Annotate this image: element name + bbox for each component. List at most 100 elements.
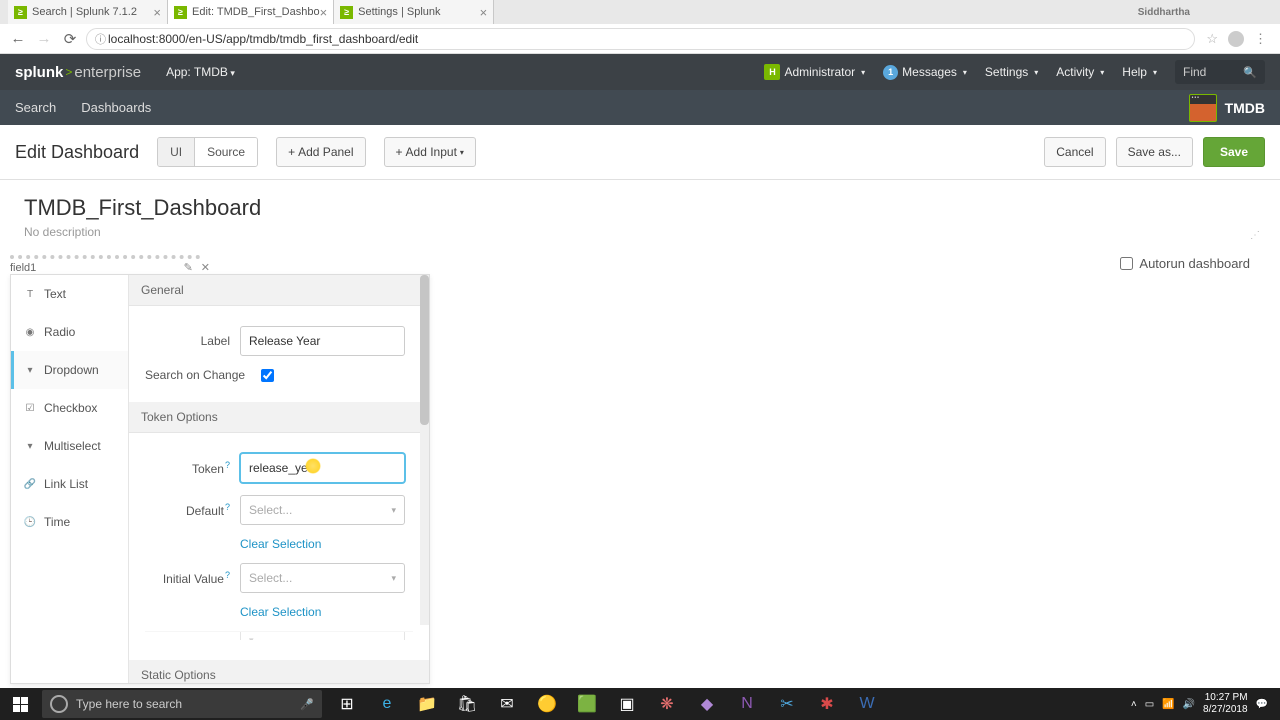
close-icon[interactable]: × <box>480 5 488 20</box>
snip-icon[interactable]: ✂ <box>768 688 806 720</box>
scrollbar-track[interactable] <box>420 275 429 625</box>
save-as-button[interactable]: Save as... <box>1116 137 1193 167</box>
onenote-icon[interactable]: N <box>728 688 766 720</box>
clear-selection-link[interactable]: Clear Selection <box>240 537 321 551</box>
close-icon[interactable]: × <box>153 5 161 20</box>
resize-handle-icon[interactable]: ⋰ <box>1250 230 1260 241</box>
app-icon[interactable]: ▣ <box>608 688 646 720</box>
clock[interactable]: 10:27 PM 8/27/2018 <box>1203 692 1248 716</box>
add-panel-button[interactable]: +Add Panel <box>276 137 365 167</box>
info-icon[interactable]: ⓘ <box>95 31 106 47</box>
app-selector[interactable]: App: TMDB <box>166 65 235 79</box>
search-on-change-checkbox[interactable] <box>261 369 274 382</box>
mail-icon[interactable]: ✉ <box>488 688 526 720</box>
initial-value-select[interactable]: Select... <box>240 563 405 593</box>
add-input-label: Add Input <box>406 145 457 159</box>
dashboard-title[interactable]: TMDB_First_Dashboard <box>24 195 1256 221</box>
settings-menu[interactable]: Settings <box>985 65 1038 79</box>
browser-tab[interactable]: Search | Splunk 7.1.2 × <box>8 0 168 24</box>
wifi-icon[interactable]: 📶 <box>1162 699 1174 710</box>
store-icon[interactable]: 🛍 <box>448 688 486 720</box>
type-label: Checkbox <box>44 401 97 415</box>
save-button[interactable]: Save <box>1203 137 1265 167</box>
notifications-icon[interactable]: 💬 <box>1256 699 1268 710</box>
source-mode-button[interactable]: Source <box>194 138 257 166</box>
type-label: Text <box>44 287 66 301</box>
chrome-icon[interactable]: 🟡 <box>528 688 566 720</box>
browser-tab-strip: Search | Splunk 7.1.2 × Edit: TMDB_First… <box>0 0 1280 24</box>
static-options-section-header[interactable]: Static Options <box>129 660 429 683</box>
excel-icon[interactable]: 🟩 <box>568 688 606 720</box>
clear-selection-link[interactable]: Clear Selection <box>240 605 321 619</box>
truncated-select[interactable] <box>240 631 405 640</box>
splunk-favicon <box>340 6 353 19</box>
app-icon[interactable]: ❋ <box>648 688 686 720</box>
add-input-button[interactable]: +Add Input ▾ <box>384 137 476 167</box>
volume-icon[interactable]: 🔊 <box>1183 699 1195 710</box>
app-brand-label: TMDB <box>1225 100 1265 116</box>
taskbar-icons: ⊞ e 📁 🛍 ✉ 🟡 🟩 ▣ ❋ ◆ N ✂ ✱ W <box>328 688 886 720</box>
splunk-logo[interactable]: splunk>enterprise <box>15 64 141 81</box>
star-icon[interactable]: ☆ <box>1206 31 1218 47</box>
mic-icon[interactable]: 🎤 <box>300 698 314 711</box>
type-radio[interactable]: ◉Radio <box>11 313 128 351</box>
default-select[interactable]: Select... <box>240 495 405 525</box>
checkbox-icon: ☑ <box>24 402 36 414</box>
type-text[interactable]: TText <box>11 275 128 313</box>
dropdown-icon: ▾ <box>24 364 36 376</box>
type-time[interactable]: 🕒Time <box>11 503 128 541</box>
word-icon[interactable]: W <box>848 688 886 720</box>
activity-menu[interactable]: Activity <box>1056 65 1104 79</box>
type-linklist[interactable]: 🔗Link List <box>11 465 128 503</box>
splunk-favicon <box>14 6 27 19</box>
type-multiselect[interactable]: ▾Multiselect <box>11 427 128 465</box>
administrator-menu[interactable]: H Administrator <box>764 64 865 80</box>
token-input[interactable] <box>240 453 405 483</box>
url-input[interactable]: ⓘ localhost:8000/en-US/app/tmdb/tmdb_fir… <box>86 28 1195 50</box>
edit-icon[interactable]: ✎ <box>184 261 193 274</box>
cancel-button[interactable]: Cancel <box>1044 137 1105 167</box>
help-icon[interactable]: ? <box>225 570 230 580</box>
cortana-icon <box>50 695 68 713</box>
chrome-profile-name[interactable]: Siddhartha <box>1138 7 1280 18</box>
start-button[interactable] <box>0 688 40 720</box>
type-checkbox[interactable]: ☑ Checkbox <box>11 389 128 427</box>
app-brand[interactable]: TMDB <box>1189 94 1265 122</box>
menu-icon[interactable]: ⋮ <box>1254 31 1267 47</box>
tray-chevron-icon[interactable]: ˄ <box>1131 699 1137 710</box>
help-icon[interactable]: ? <box>225 502 230 512</box>
token-options-section-header: Token Options <box>129 402 429 433</box>
find-input[interactable]: Find 🔍 <box>1175 60 1265 84</box>
messages-menu[interactable]: 1 Messages <box>883 65 967 80</box>
administrator-label: Administrator <box>784 65 855 79</box>
drag-handle[interactable] <box>10 255 200 259</box>
autorun-checkbox[interactable] <box>1120 257 1133 270</box>
back-button[interactable]: ← <box>8 29 28 49</box>
close-icon[interactable]: ✕ <box>201 261 210 274</box>
battery-icon[interactable]: ▭ <box>1145 699 1154 710</box>
type-dropdown[interactable]: ▾Dropdown <box>11 351 128 389</box>
messages-label: Messages <box>902 65 957 79</box>
label-field-label: Label <box>145 334 240 348</box>
file-explorer-icon[interactable]: 📁 <box>408 688 446 720</box>
taskbar-search[interactable]: Type here to search 🎤 <box>42 690 322 718</box>
reload-button[interactable]: ⟳ <box>60 29 80 49</box>
edge-icon[interactable]: e <box>368 688 406 720</box>
nav-dashboards[interactable]: Dashboards <box>81 100 151 115</box>
input-editor-wrap: field1 ✎ ✕ TText ◉Radio ▾Dropdown ☑Check… <box>0 255 1280 684</box>
browser-tab[interactable]: Settings | Splunk × <box>334 0 494 24</box>
type-label: Time <box>44 515 70 529</box>
scrollbar-thumb[interactable] <box>420 275 429 425</box>
browser-tab[interactable]: Edit: TMDB_First_Dashbo × <box>168 0 334 24</box>
nav-search[interactable]: Search <box>15 100 56 115</box>
close-icon[interactable]: × <box>320 5 328 20</box>
app-icon[interactable]: ✱ <box>808 688 846 720</box>
dashboard-description[interactable]: No description <box>24 225 1256 239</box>
task-view-icon[interactable]: ⊞ <box>328 688 366 720</box>
app-icon[interactable]: ◆ <box>688 688 726 720</box>
help-menu[interactable]: Help <box>1122 65 1157 79</box>
ui-mode-button[interactable]: UI <box>158 138 194 166</box>
help-icon[interactable]: ? <box>225 460 230 470</box>
account-icon[interactable] <box>1228 31 1244 47</box>
label-input[interactable] <box>240 326 405 356</box>
